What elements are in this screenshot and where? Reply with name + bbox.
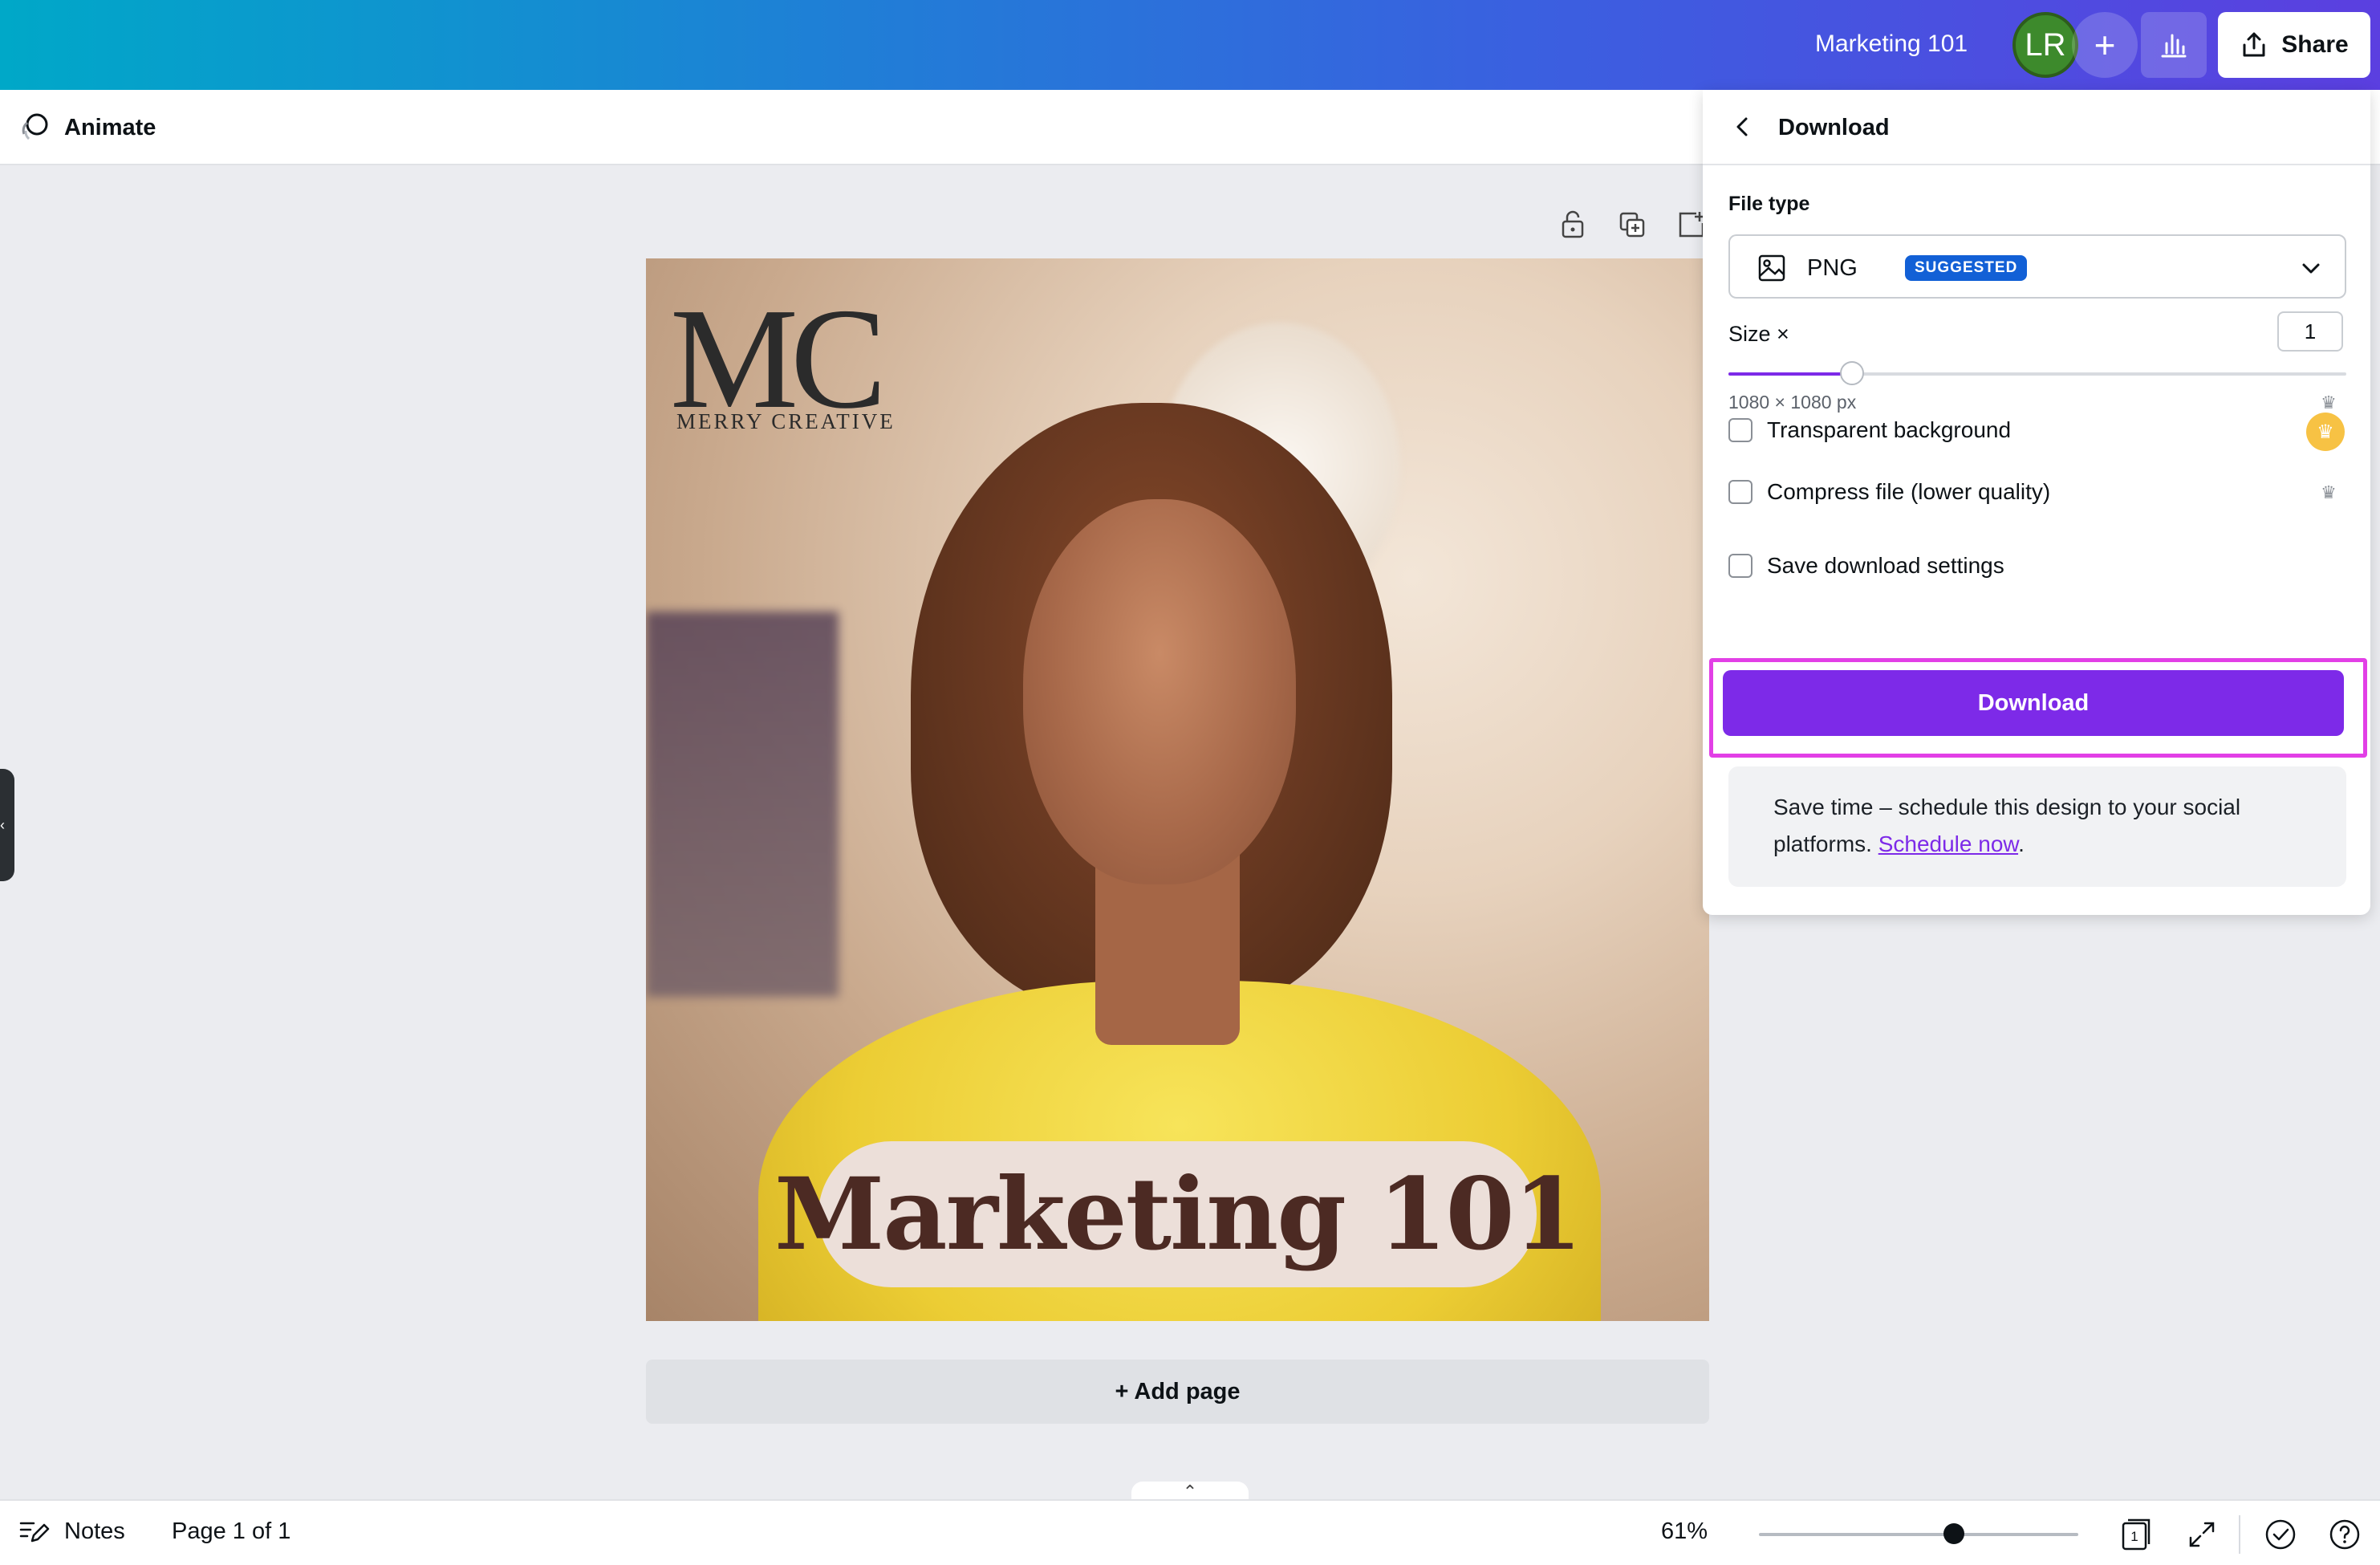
duplicate-icon: [1619, 212, 1645, 238]
size-slider[interactable]: [1728, 361, 2346, 385]
headline-pill[interactable]: Marketing 101: [774, 1141, 1582, 1287]
lock-icon: [1562, 210, 1584, 238]
share-icon: [2243, 32, 2265, 57]
schedule-now-link[interactable]: Schedule now: [1878, 831, 2018, 856]
panel-title: Download: [1778, 115, 1890, 140]
add-collaborator-button[interactable]: +: [2072, 12, 2138, 78]
notes-button[interactable]: Notes: [18, 1515, 125, 1547]
back-button[interactable]: [1727, 111, 1759, 143]
top-bar: Marketing 101 LR + Share: [0, 0, 2380, 90]
compress-file-label: Compress file (lower quality): [1767, 479, 2051, 504]
headline-text: Marketing 101: [774, 1156, 1582, 1273]
chevron-down-icon: [2302, 263, 2320, 274]
image-icon: [1758, 254, 1785, 282]
size-slider-thumb[interactable]: [1840, 361, 1864, 385]
notes-icon: [19, 1522, 50, 1543]
plus-icon: +: [2094, 24, 2116, 66]
chevron-left-icon: ‹: [0, 816, 5, 833]
expand-icon: [2189, 1522, 2215, 1547]
compress-file-option[interactable]: Compress file (lower quality): [1728, 479, 2050, 505]
pages-icon: 1: [2122, 1518, 2151, 1551]
download-button[interactable]: Download: [1723, 670, 2344, 736]
save-settings-option[interactable]: Save download settings: [1728, 553, 2004, 579]
logo-monogram: MC: [670, 278, 887, 438]
file-type-label: File type: [1728, 193, 1810, 215]
user-avatar[interactable]: LR: [2012, 12, 2078, 78]
save-settings-checkbox[interactable]: [1728, 554, 1753, 578]
add-page-icon: [1679, 212, 1704, 238]
schedule-promo: Save time – schedule this design to your…: [1728, 766, 2346, 887]
download-highlight: Download: [1709, 658, 2367, 758]
transparent-background-option[interactable]: Transparent background: [1728, 417, 2011, 443]
help-icon: [2329, 1519, 2360, 1550]
brand-logo[interactable]: MC MERRY CREATIVE: [670, 278, 893, 483]
suggested-badge: SUGGESTED: [1905, 255, 2028, 281]
notes-label: Notes: [64, 1518, 125, 1544]
collapse-side-panel-button[interactable]: ‹: [0, 769, 14, 881]
size-input[interactable]: 1: [2277, 311, 2343, 352]
design-canvas[interactable]: MC MERRY CREATIVE Marketing 101: [646, 258, 1709, 1321]
zoom-level[interactable]: 61%: [1661, 1518, 1708, 1545]
share-label: Share: [2281, 31, 2349, 58]
page-grid-button[interactable]: 1: [2118, 1517, 2154, 1552]
download-panel: Download File type PNG SUGGESTED Size × …: [1703, 90, 2370, 915]
add-page-button[interactable]: + Add page: [646, 1360, 1709, 1424]
share-button[interactable]: Share: [2218, 12, 2370, 78]
animate-icon: [22, 113, 48, 140]
zoom-slider[interactable]: [1759, 1523, 2078, 1544]
size-slider-fill: [1728, 372, 1852, 376]
footer-bar: Notes Page 1 of 1 61% 1: [0, 1499, 2380, 1565]
page-count: 1: [2130, 1529, 2138, 1544]
photo-person-face: [1023, 499, 1296, 884]
size-label: Size ×: [1728, 322, 1789, 346]
download-panel-header: Download: [1703, 90, 2370, 165]
page-tools: [1555, 207, 1709, 242]
document-title[interactable]: Marketing 101: [1815, 24, 1968, 64]
animate-label: Animate: [64, 114, 156, 140]
page-indicator: Page 1 of 1: [172, 1518, 291, 1544]
chevron-left-icon: [1736, 117, 1748, 136]
animate-button[interactable]: Animate: [16, 108, 156, 148]
compress-file-checkbox[interactable]: [1728, 480, 1753, 504]
check-circle-icon: [2265, 1519, 2296, 1550]
promo-end: .: [2018, 831, 2025, 856]
check-design-button[interactable]: [2263, 1517, 2298, 1552]
footer-divider: [2239, 1515, 2240, 1554]
background-shelf: [646, 612, 839, 997]
crown-icon: ♛: [2321, 482, 2337, 502]
crown-icon: ♛: [2321, 392, 2337, 413]
file-type-select[interactable]: PNG SUGGESTED: [1728, 234, 2346, 299]
zoom-slider-thumb[interactable]: [1943, 1523, 1964, 1544]
insights-button[interactable]: [2141, 12, 2207, 78]
save-settings-label: Save download settings: [1767, 553, 2004, 578]
fullscreen-button[interactable]: [2184, 1517, 2220, 1552]
file-type-value: PNG: [1807, 255, 1858, 281]
transparent-background-checkbox[interactable]: [1728, 418, 1753, 442]
dimensions-text: 1080 × 1080 px: [1728, 392, 1857, 413]
pro-crown-icon: ♛: [2306, 413, 2345, 451]
bar-chart-icon: [2161, 34, 2187, 58]
transparent-background-label: Transparent background: [1767, 417, 2012, 442]
lock-page-button[interactable]: [1555, 207, 1590, 242]
duplicate-page-button[interactable]: [1614, 207, 1650, 242]
logo-text: MERRY CREATIVE: [676, 409, 896, 433]
help-button[interactable]: [2327, 1517, 2362, 1552]
